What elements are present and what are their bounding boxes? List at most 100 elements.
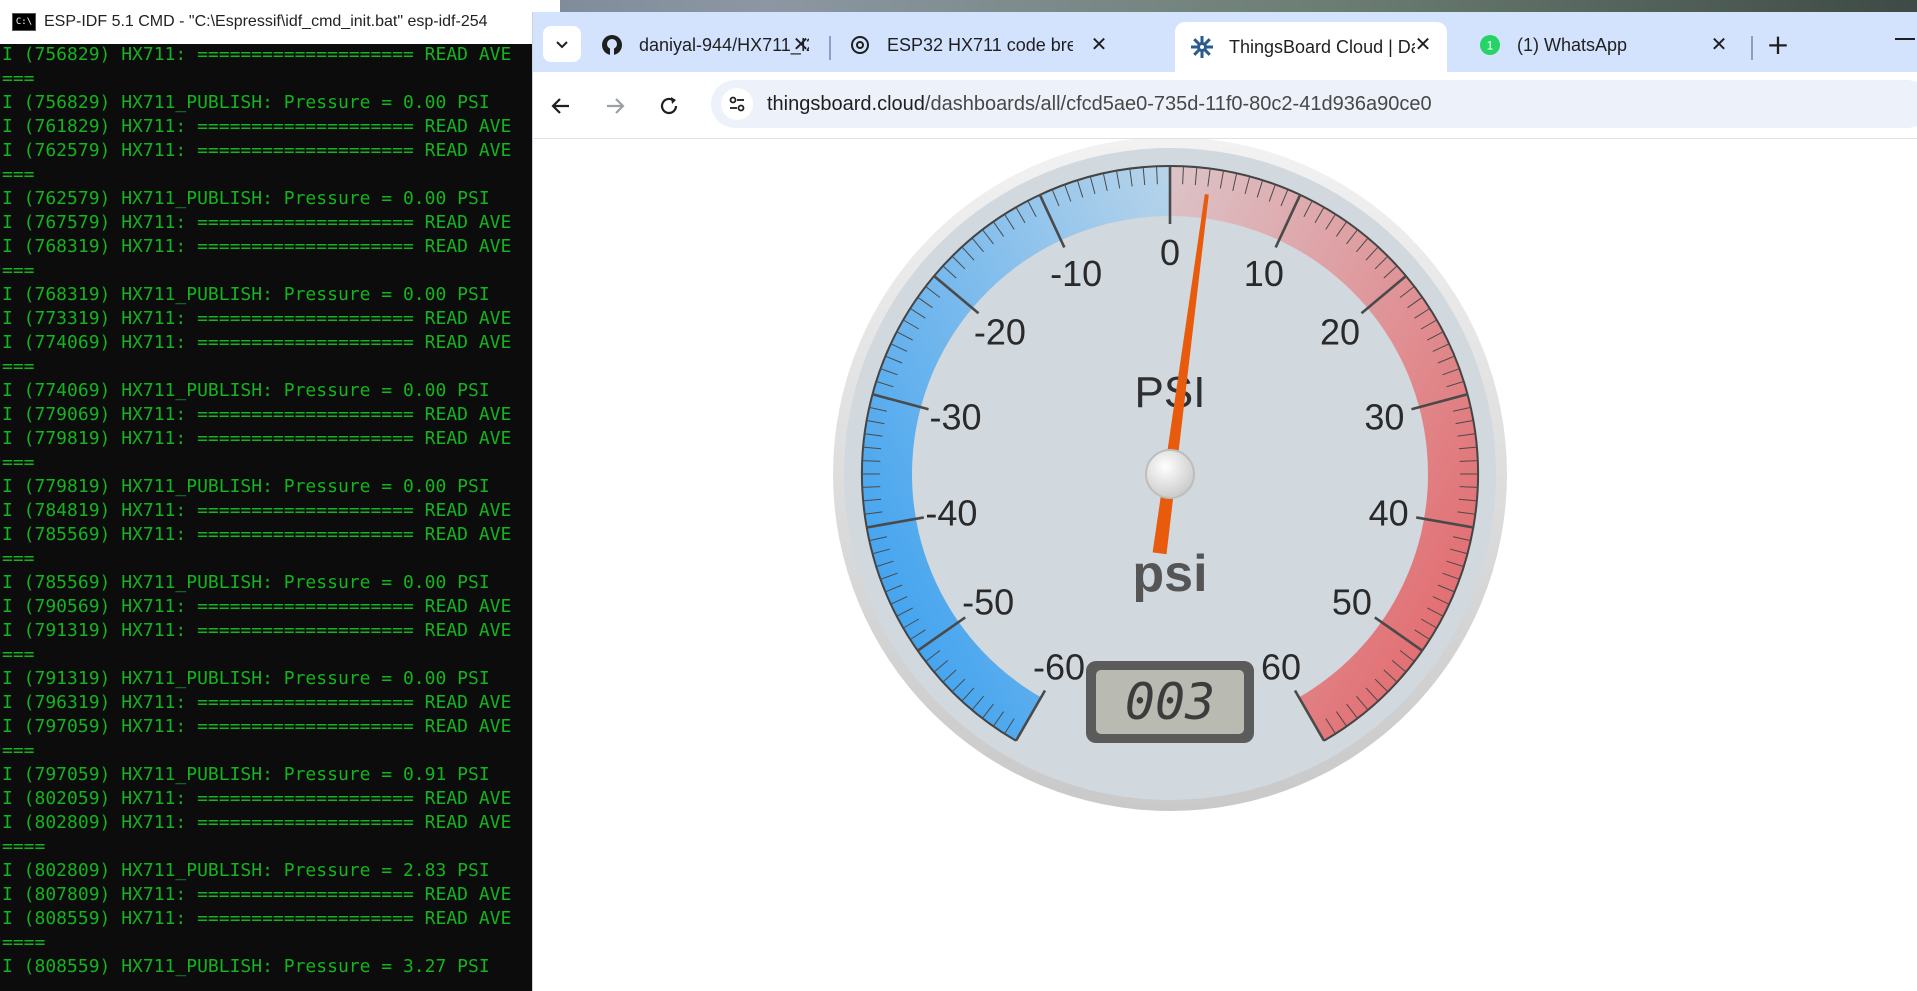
terminal-line: ==== <box>2 836 46 857</box>
terminal-line: === <box>2 740 35 761</box>
needle-cap <box>1145 449 1195 499</box>
terminal-line: I (779069) HX711: ==================== R… <box>2 404 512 425</box>
terminal-line: I (796319) HX711: ==================== R… <box>2 692 512 713</box>
terminal-line: I (761829) HX711: ==================== R… <box>2 116 512 137</box>
terminal-line: I (802809) HX711: ==================== R… <box>2 812 512 833</box>
terminal-line: I (773319) HX711: ==================== R… <box>2 308 512 329</box>
terminal-line: I (807809) HX711: ==================== R… <box>2 884 512 905</box>
back-button[interactable] <box>543 88 579 124</box>
address-bar[interactable]: thingsboard.cloud/dashboards/all/cfcd5ae… <box>711 80 1917 128</box>
new-tab-button[interactable]: + <box>1763 30 1793 60</box>
site-settings-icon[interactable] <box>721 88 753 120</box>
terminal-line: I (797059) HX711: ==================== R… <box>2 716 512 737</box>
terminal-line: I (762579) HX711: ==================== R… <box>2 140 512 161</box>
gauge-title: PSI <box>1135 368 1206 417</box>
tick-label: -50 <box>962 581 1014 622</box>
tab-separator <box>829 36 831 60</box>
thingsboard-icon <box>1191 36 1213 58</box>
tab-search-button[interactable] <box>543 26 581 62</box>
tab-whatsapp[interactable]: 1 (1) WhatsApp ✕ <box>1463 22 1743 68</box>
terminal-line: I (767579) HX711: ==================== R… <box>2 212 512 233</box>
chevron-down-icon <box>556 41 568 49</box>
terminal-window[interactable]: C:\ ESP-IDF 5.1 CMD - "C:\Espressif\idf_… <box>0 0 560 991</box>
forward-button[interactable] <box>597 88 633 124</box>
reload-button[interactable] <box>651 88 687 124</box>
terminal-line: I (779819) HX711: ==================== R… <box>2 428 512 449</box>
terminal-line: === <box>2 644 35 665</box>
reload-icon <box>660 97 678 115</box>
terminal-line: === <box>2 356 35 377</box>
terminal-line: I (785569) HX711: ==================== R… <box>2 524 512 545</box>
terminal-line: === <box>2 164 35 185</box>
url-text[interactable]: thingsboard.cloud/dashboards/all/cfcd5ae… <box>767 93 1432 116</box>
forward-arrow-icon <box>607 98 625 114</box>
terminal-line: I (790569) HX711: ==================== R… <box>2 596 512 617</box>
tick-label: 0 <box>1160 232 1180 273</box>
terminal-line: I (797059) HX711_PUBLISH: Pressure = 0.9… <box>2 764 490 785</box>
tab-bar: daniyal-944/HX711_I2C ✕ ESP32 HX711 code… <box>533 12 1917 72</box>
terminal-titlebar[interactable]: C:\ ESP-IDF 5.1 CMD - "C:\Espressif\idf_… <box>0 0 560 44</box>
tab-label: (1) WhatsApp <box>1517 34 1628 55</box>
notification-badge: 1 <box>1487 39 1494 53</box>
terminal-line: === <box>2 260 35 281</box>
tick-label: -40 <box>925 493 977 534</box>
dashboard-content: -60 -50 -40 -30 -20 -10 0 10 20 30 40 50 60 PSI psi … <box>533 139 1917 991</box>
github-icon <box>601 34 623 56</box>
cmd-icon: C:\ <box>12 13 36 31</box>
tab-label: ThingsBoard Cloud | Da <box>1229 36 1415 57</box>
gauge-units: psi <box>1132 545 1207 603</box>
tick-label: -10 <box>1050 253 1102 294</box>
tab-label: ESP32 HX711 code brea <box>887 34 1073 55</box>
terminal-line: I (784819) HX711: ==================== R… <box>2 500 512 521</box>
tick-label: 20 <box>1320 311 1360 352</box>
terminal-line: I (774069) HX711_PUBLISH: Pressure = 0.0… <box>2 380 490 401</box>
back-arrow-icon <box>551 98 569 114</box>
terminal-line: I (779819) HX711_PUBLISH: Pressure = 0.0… <box>2 476 490 497</box>
browser-toolbar: thingsboard.cloud/dashboards/all/cfcd5ae… <box>533 72 1917 139</box>
terminal-line: ==== <box>2 932 46 953</box>
terminal-line: I (785569) HX711_PUBLISH: Pressure = 0.0… <box>2 572 490 593</box>
tick-label: -20 <box>974 311 1026 352</box>
pressure-gauge: -60-50-40-30-20-100102030405060 PSI psi … <box>833 139 1507 811</box>
terminal-line: I (808559) HX711: ==================== R… <box>2 908 512 929</box>
terminal-line: I (768319) HX711_PUBLISH: Pressure = 0.0… <box>2 284 490 305</box>
close-icon[interactable]: ✕ <box>1089 34 1109 54</box>
tick-label: 60 <box>1261 646 1301 687</box>
terminal-line: I (756829) HX711: ==================== R… <box>2 44 512 65</box>
terminal-line: I (756829) HX711_PUBLISH: Pressure = 0.0… <box>2 92 490 113</box>
tab-label: daniyal-944/HX711_I2C <box>639 34 809 55</box>
tick-label: -60 <box>1033 646 1085 687</box>
terminal-output[interactable]: I (756829) HX711: ==================== R… <box>0 44 532 991</box>
tick-label: -30 <box>930 397 982 438</box>
terminal-line: I (774069) HX711: ==================== R… <box>2 332 512 353</box>
tick-label: 50 <box>1332 581 1372 622</box>
terminal-line: I (802809) HX711_PUBLISH: Pressure = 2.8… <box>2 860 490 881</box>
tick-label: 40 <box>1369 493 1409 534</box>
terminal-line: === <box>2 452 35 473</box>
close-icon[interactable]: ✕ <box>791 34 811 54</box>
minimize-button[interactable] <box>1895 38 1915 40</box>
close-icon[interactable]: ✕ <box>1413 34 1433 54</box>
tick-label: 30 <box>1364 397 1404 438</box>
tab-chatgpt[interactable]: ESP32 HX711 code brea ✕ <box>833 22 1123 68</box>
browser-window[interactable]: daniyal-944/HX711_I2C ✕ ESP32 HX711 code… <box>532 12 1917 991</box>
terminal-line: I (808559) HX711_PUBLISH: Pressure = 3.2… <box>2 956 490 977</box>
terminal-line: I (791319) HX711: ==================== R… <box>2 620 512 641</box>
terminal-line: I (768319) HX711: ==================== R… <box>2 236 512 257</box>
tab-separator <box>1751 36 1753 60</box>
lcd-value: 003 <box>1125 673 1215 731</box>
terminal-title: ESP-IDF 5.1 CMD - "C:\Espressif\idf_cmd_… <box>44 13 488 30</box>
terminal-line: === <box>2 68 35 89</box>
terminal-line: I (762579) HX711_PUBLISH: Pressure = 0.0… <box>2 188 490 209</box>
tab-thingsboard[interactable]: ThingsBoard Cloud | Da ✕ <box>1175 22 1447 72</box>
url-path: /dashboards/all/cfcd5ae0-735d-11f0-80c2-… <box>924 93 1432 115</box>
chatgpt-icon <box>849 34 871 56</box>
terminal-line: === <box>2 548 35 569</box>
tick-label: 10 <box>1244 253 1284 294</box>
terminal-line: I (791319) HX711_PUBLISH: Pressure = 0.0… <box>2 668 490 689</box>
close-icon[interactable]: ✕ <box>1709 34 1729 54</box>
terminal-line: I (802059) HX711: ==================== R… <box>2 788 512 809</box>
tab-github[interactable]: daniyal-944/HX711_I2C ✕ <box>585 22 825 68</box>
whatsapp-icon: 1 <box>1479 34 1501 56</box>
url-host: thingsboard.cloud <box>767 93 925 115</box>
